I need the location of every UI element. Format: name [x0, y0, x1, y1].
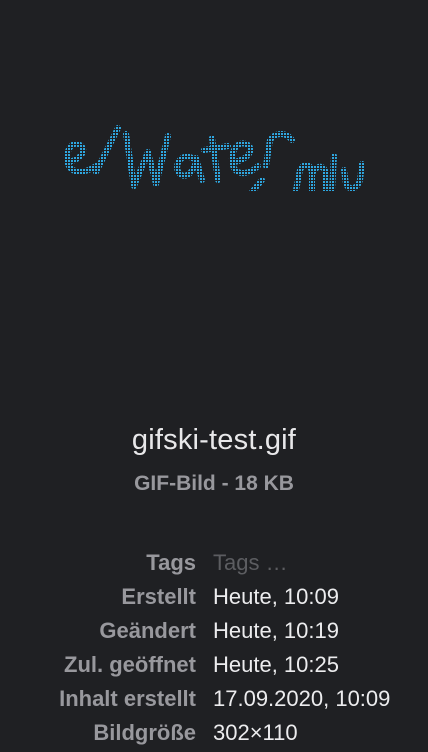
metadata-label-dimensions: Bildgröße: [93, 720, 196, 745]
file-kind-size: GIF-Bild - 18 KB: [134, 472, 294, 495]
tags-input[interactable]: Tags …: [213, 546, 288, 580]
metadata-value-last-opened: Heute, 10:25: [213, 652, 339, 677]
metadata-value-content-created: 17.09.2020, 10:09: [213, 686, 391, 711]
metadata-row-content-created: Inhalt erstellt 17.09.2020, 10:09: [0, 682, 428, 716]
metadata-label-content-created: Inhalt erstellt: [59, 686, 196, 711]
metadata-row-dimensions: Bildgröße 302×110: [0, 716, 428, 750]
file-info-panel: gifski-test.gif GIF-Bild - 18 KB Tags Ta…: [0, 0, 428, 752]
metadata-row-modified: Geändert Heute, 10:19: [0, 614, 428, 648]
metadata-value-created: Heute, 10:09: [213, 584, 339, 609]
metadata-row-tags: Tags Tags …: [0, 546, 428, 580]
file-name: gifski-test.gif: [131, 424, 297, 456]
metadata-label-last-opened: Zul. geöffnet: [64, 652, 196, 677]
metadata-row-last-opened: Zul. geöffnet Heute, 10:25: [0, 648, 428, 682]
metadata-label-modified: Geändert: [99, 618, 196, 643]
metadata-value-modified: Heute, 10:19: [213, 618, 339, 643]
metadata-label-tags: Tags: [146, 550, 196, 575]
metadata-label-created: Erstellt: [121, 584, 196, 609]
metadata-value-dimensions: 302×110: [213, 720, 298, 745]
metadata-list: Tags Tags … Erstellt Heute, 10:09 Geände…: [0, 546, 428, 750]
gif-preview-image: [56, 100, 372, 210]
handwriting-preview-graphic: [64, 125, 365, 191]
metadata-row-created: Erstellt Heute, 10:09: [0, 580, 428, 614]
